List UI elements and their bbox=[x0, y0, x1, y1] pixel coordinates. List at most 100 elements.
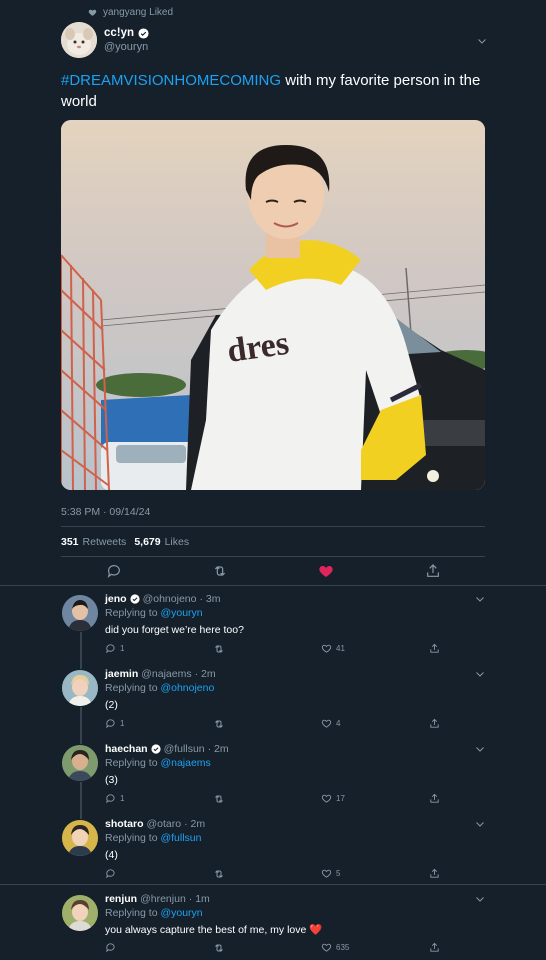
reply-handle[interactable]: @fullsun bbox=[164, 743, 205, 755]
author-name[interactable]: cc!yn bbox=[104, 27, 149, 39]
replying-to-link[interactable]: @najaems bbox=[160, 757, 210, 769]
reply-name[interactable]: haechan bbox=[105, 743, 148, 755]
retweet-icon[interactable] bbox=[212, 563, 228, 579]
reply-author[interactable]: renjun @hrenjun · 1m bbox=[105, 893, 210, 905]
verified-badge-icon bbox=[138, 27, 149, 39]
share-button[interactable] bbox=[429, 868, 440, 879]
reply-time[interactable]: · 2m bbox=[195, 668, 216, 680]
retweet-button[interactable] bbox=[213, 793, 225, 805]
reply-tweet[interactable]: shotaro @otaro · 2m Replying to @fullsun… bbox=[0, 816, 546, 884]
reply-author[interactable]: haechan @fullsun · 2m bbox=[105, 743, 229, 755]
retweet-icon bbox=[215, 870, 223, 878]
reply-icon bbox=[106, 794, 115, 804]
like-count[interactable]: 5,679 bbox=[134, 536, 160, 548]
author-handle[interactable]: @youryn bbox=[104, 41, 148, 53]
divider bbox=[61, 556, 485, 557]
retweet-icon bbox=[215, 645, 223, 653]
retweet-icon bbox=[215, 795, 223, 803]
reply-handle[interactable]: @hrenjun bbox=[140, 893, 186, 905]
chevron-down-icon[interactable] bbox=[474, 893, 486, 905]
reply-author[interactable]: shotaro @otaro · 2m bbox=[105, 818, 205, 830]
share-icon[interactable] bbox=[425, 563, 441, 579]
retweet-icon bbox=[215, 720, 223, 728]
reply-text: did you forget we’re here too? bbox=[105, 624, 244, 636]
like-button[interactable]: 5 bbox=[321, 868, 340, 879]
chevron-down-icon[interactable] bbox=[474, 743, 486, 755]
replying-to-link[interactable]: @ohnojeno bbox=[160, 682, 214, 694]
hashtag-link[interactable]: #DREAMVISIONHOMECOMING bbox=[61, 72, 281, 89]
reply-button[interactable] bbox=[105, 868, 116, 879]
chevron-down-icon[interactable] bbox=[474, 818, 486, 830]
tweet-timestamp[interactable]: 5:38 PM · 09/14/24 bbox=[61, 506, 150, 518]
reply-button[interactable] bbox=[105, 942, 116, 953]
chevron-down-icon[interactable] bbox=[474, 668, 486, 680]
like-button[interactable]: 4 bbox=[321, 718, 340, 729]
reply-author[interactable]: jeno @ohnojeno · 3m bbox=[105, 593, 220, 605]
retweet-button[interactable] bbox=[213, 868, 225, 880]
reply-time[interactable]: · 2m bbox=[184, 818, 205, 830]
reply-tweet[interactable]: renjun @hrenjun · 1m Replying to @youryn… bbox=[0, 891, 546, 960]
retweet-count-label[interactable]: Retweets bbox=[83, 536, 127, 548]
like-count-label[interactable]: Likes bbox=[165, 536, 190, 548]
reply-button[interactable]: 1 bbox=[105, 718, 124, 729]
reply-button[interactable]: 1 bbox=[105, 643, 124, 654]
author-name-text[interactable]: cc!yn bbox=[104, 27, 134, 39]
replying-to-link[interactable]: @fullsun bbox=[160, 832, 201, 844]
retweet-button[interactable] bbox=[213, 718, 225, 730]
divider bbox=[0, 585, 546, 586]
reply-tweet[interactable]: haechan @fullsun · 2m Replying to @najae… bbox=[0, 741, 546, 816]
share-button[interactable] bbox=[429, 942, 440, 953]
divider bbox=[61, 526, 485, 527]
reply-name[interactable]: shotaro bbox=[105, 818, 144, 830]
reply-handle[interactable]: @otaro bbox=[147, 818, 182, 830]
replying-to: Replying to @youryn bbox=[105, 907, 203, 919]
reply-handle[interactable]: @najaems bbox=[141, 668, 191, 680]
avatar[interactable] bbox=[61, 22, 97, 58]
reply-tweet[interactable]: jeno @ohnojeno · 3m Replying to @youryn … bbox=[0, 591, 546, 666]
reply-name[interactable]: jaemin bbox=[105, 668, 138, 680]
avatar[interactable] bbox=[62, 745, 98, 781]
chevron-down-icon[interactable] bbox=[474, 593, 486, 605]
avatar[interactable] bbox=[62, 670, 98, 706]
like-button[interactable]: 41 bbox=[321, 643, 345, 654]
verified-badge-icon bbox=[151, 744, 161, 754]
reply-icon bbox=[106, 719, 115, 729]
reply-time[interactable]: · 1m bbox=[189, 893, 210, 905]
avatar[interactable] bbox=[62, 595, 98, 631]
reply-button[interactable]: 1 bbox=[105, 793, 124, 804]
like-count: 41 bbox=[336, 644, 345, 653]
like-count: 635 bbox=[336, 943, 350, 952]
reply-text: (3) bbox=[105, 774, 118, 786]
retweet-count[interactable]: 351 bbox=[61, 536, 79, 548]
retweet-button[interactable] bbox=[213, 643, 225, 655]
reply-icon[interactable] bbox=[106, 563, 122, 579]
reply-name[interactable]: jeno bbox=[105, 593, 127, 605]
social-context-text: yangyang Liked bbox=[103, 7, 174, 18]
like-icon bbox=[321, 943, 332, 952]
share-button[interactable] bbox=[429, 718, 440, 729]
avatar[interactable] bbox=[62, 820, 98, 856]
like-count: 5 bbox=[336, 869, 341, 878]
reply-author[interactable]: jaemin @najaems · 2m bbox=[105, 668, 216, 680]
replying-prefix: Replying to bbox=[105, 757, 158, 769]
like-icon bbox=[321, 719, 332, 728]
reply-time[interactable]: · 3m bbox=[199, 593, 220, 605]
tweet-photo[interactable]: dres bbox=[61, 120, 485, 490]
replying-to-link[interactable]: @youryn bbox=[160, 907, 202, 919]
like-button[interactable]: 635 bbox=[321, 942, 349, 953]
avatar[interactable] bbox=[62, 895, 98, 931]
reply-name[interactable]: renjun bbox=[105, 893, 137, 905]
share-button[interactable] bbox=[429, 793, 440, 804]
share-icon bbox=[430, 718, 439, 728]
replying-to-link[interactable]: @youryn bbox=[160, 607, 202, 619]
retweet-button[interactable] bbox=[213, 942, 225, 954]
replying-to: Replying to @najaems bbox=[105, 757, 211, 769]
reply-time[interactable]: · 2m bbox=[208, 743, 229, 755]
chevron-down-icon[interactable] bbox=[476, 35, 488, 47]
share-icon bbox=[430, 942, 439, 952]
like-button[interactable]: 17 bbox=[321, 793, 345, 804]
share-button[interactable] bbox=[429, 643, 440, 654]
like-icon[interactable] bbox=[318, 563, 334, 579]
reply-tweet[interactable]: jaemin @najaems · 2m Replying to @ohnoje… bbox=[0, 666, 546, 741]
reply-handle[interactable]: @ohnojeno bbox=[143, 593, 197, 605]
